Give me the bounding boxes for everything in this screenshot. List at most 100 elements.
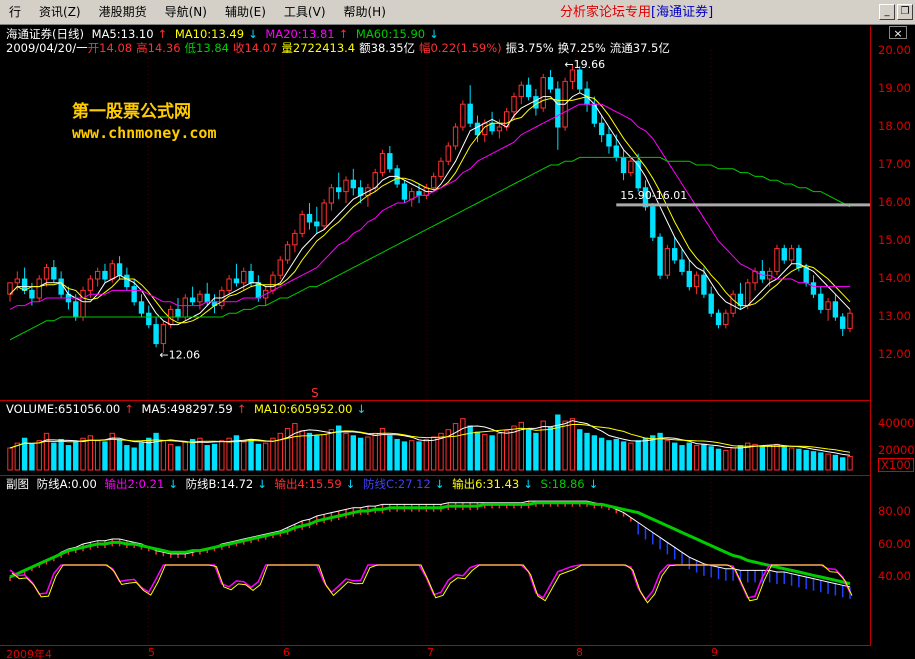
volume-bar: [533, 432, 539, 471]
volume-bar: [847, 456, 853, 471]
candle-body: [467, 103, 473, 124]
price-tick-14: 14.00: [878, 271, 911, 285]
volume-bar: [51, 442, 57, 471]
volume-bar: [80, 437, 86, 471]
volume-bar: [189, 438, 196, 471]
volume-tick-20000: 20000: [878, 443, 915, 457]
candle-body: [679, 259, 685, 272]
candle-body: [197, 293, 203, 303]
volume-bar: [598, 437, 605, 471]
price-tick-12: 12.00: [878, 347, 911, 361]
volume-bar: [555, 414, 561, 471]
candle-body: [847, 312, 853, 329]
candle-body: [336, 187, 342, 193]
volume-bar: [58, 438, 64, 471]
volume-header-row: VOLUME:651056.00 ↑ MA5:498297.59 ↑ MA10:60…: [6, 402, 370, 416]
volume-bar: [679, 445, 685, 471]
candle-body: [781, 248, 787, 261]
candle-body: [452, 126, 459, 147]
quote-close: 收14.07: [232, 41, 278, 55]
volume-bar: [73, 441, 79, 471]
candle-body: [270, 274, 276, 291]
candle-body: [14, 278, 20, 284]
volume-bar: [314, 435, 320, 471]
volume-ma10-down-arrow-icon: ↓: [356, 402, 367, 416]
volume-bar: [781, 446, 787, 471]
candle-body: [43, 267, 50, 280]
candle-body: [511, 96, 517, 113]
candle-body: [803, 267, 809, 284]
candle-body: [379, 153, 386, 174]
volume-bar: [766, 445, 773, 471]
candle-body: [840, 316, 846, 329]
candle-body: [810, 282, 817, 295]
candle-body: [416, 191, 422, 196]
volume-bar: [752, 443, 758, 471]
candle-body: [146, 312, 152, 326]
price-tick-17: 17.00: [878, 157, 911, 171]
ma5-label: MA5:13.10: [91, 27, 154, 41]
quote-volume: 量2722413.4: [281, 41, 356, 55]
price-tick-20: 20.00: [878, 43, 911, 57]
sub-c-down-arrow-icon: ↓: [434, 477, 445, 491]
candle-body: [701, 274, 707, 295]
candle-body: [577, 69, 583, 90]
candle-body: [628, 160, 634, 174]
volume-bar: [650, 435, 656, 471]
volume-tick-40000: 40000: [878, 416, 915, 430]
quote-turnover: 换7.25%: [557, 41, 606, 55]
candle-body: [745, 282, 751, 307]
candle-body: [182, 297, 188, 318]
volume-bar: [336, 425, 342, 471]
volume-bar: [547, 426, 554, 471]
sub-b-down-arrow-icon: ↓: [257, 477, 267, 491]
volume-bar: [525, 429, 532, 471]
candle-body: [87, 278, 94, 291]
volume-bar: [759, 446, 766, 471]
volume-bar: [832, 454, 839, 471]
candle-body: [708, 293, 714, 314]
candle-body: [715, 312, 722, 326]
candle-body: [94, 270, 101, 280]
candle-body: [175, 308, 181, 318]
stock-name[interactable]: 海通证券(日线): [6, 27, 84, 41]
volume-bar: [416, 441, 422, 471]
sub-header-row: 副图 防线A:0.00 输出2:0.21 ↓ 防线B:14.72 ↓ 输出4:15.…: [6, 477, 602, 491]
volume-bar: [219, 440, 225, 471]
ma60-label: MA60:15.90: [355, 27, 426, 41]
volume-bar: [102, 441, 108, 471]
volume-bar: [175, 446, 181, 471]
volume-bar: [94, 440, 101, 471]
volume-bar: [628, 442, 634, 471]
candle-body: [248, 270, 254, 284]
volume-bar: [540, 420, 546, 471]
candle-body: [598, 122, 605, 136]
volume-bar: [701, 443, 707, 471]
ma20-label: MA20:13.81: [265, 27, 335, 41]
candle-body: [343, 179, 349, 193]
candle-body: [774, 248, 780, 272]
volume-bar: [387, 435, 393, 471]
volume-bar: [365, 436, 371, 471]
volume-bar: [401, 441, 408, 471]
candle-body: [547, 77, 554, 90]
volume-bar: [350, 435, 356, 471]
candle-body: [36, 278, 42, 299]
volume-bar: [43, 432, 50, 471]
candle-body: [723, 312, 729, 326]
sub-out4-down-arrow-icon: ↓: [345, 477, 356, 491]
sub-out2-down-arrow-icon: ↓: [168, 477, 178, 491]
candle-body: [80, 289, 86, 318]
separator-volume: [0, 475, 870, 476]
sub-title[interactable]: 副图: [6, 477, 29, 491]
quote-amplitude: 振3.75%: [505, 41, 554, 55]
candle-body: [650, 206, 656, 238]
price-tick-19: 19.00: [878, 81, 911, 95]
candle-body: [693, 274, 700, 288]
candle-body: [29, 289, 35, 299]
candle-body: [73, 301, 79, 318]
sub-s-line: [9, 501, 851, 586]
candle-body: [672, 248, 678, 261]
candle-body: [788, 248, 795, 261]
volume-bar: [211, 443, 218, 471]
